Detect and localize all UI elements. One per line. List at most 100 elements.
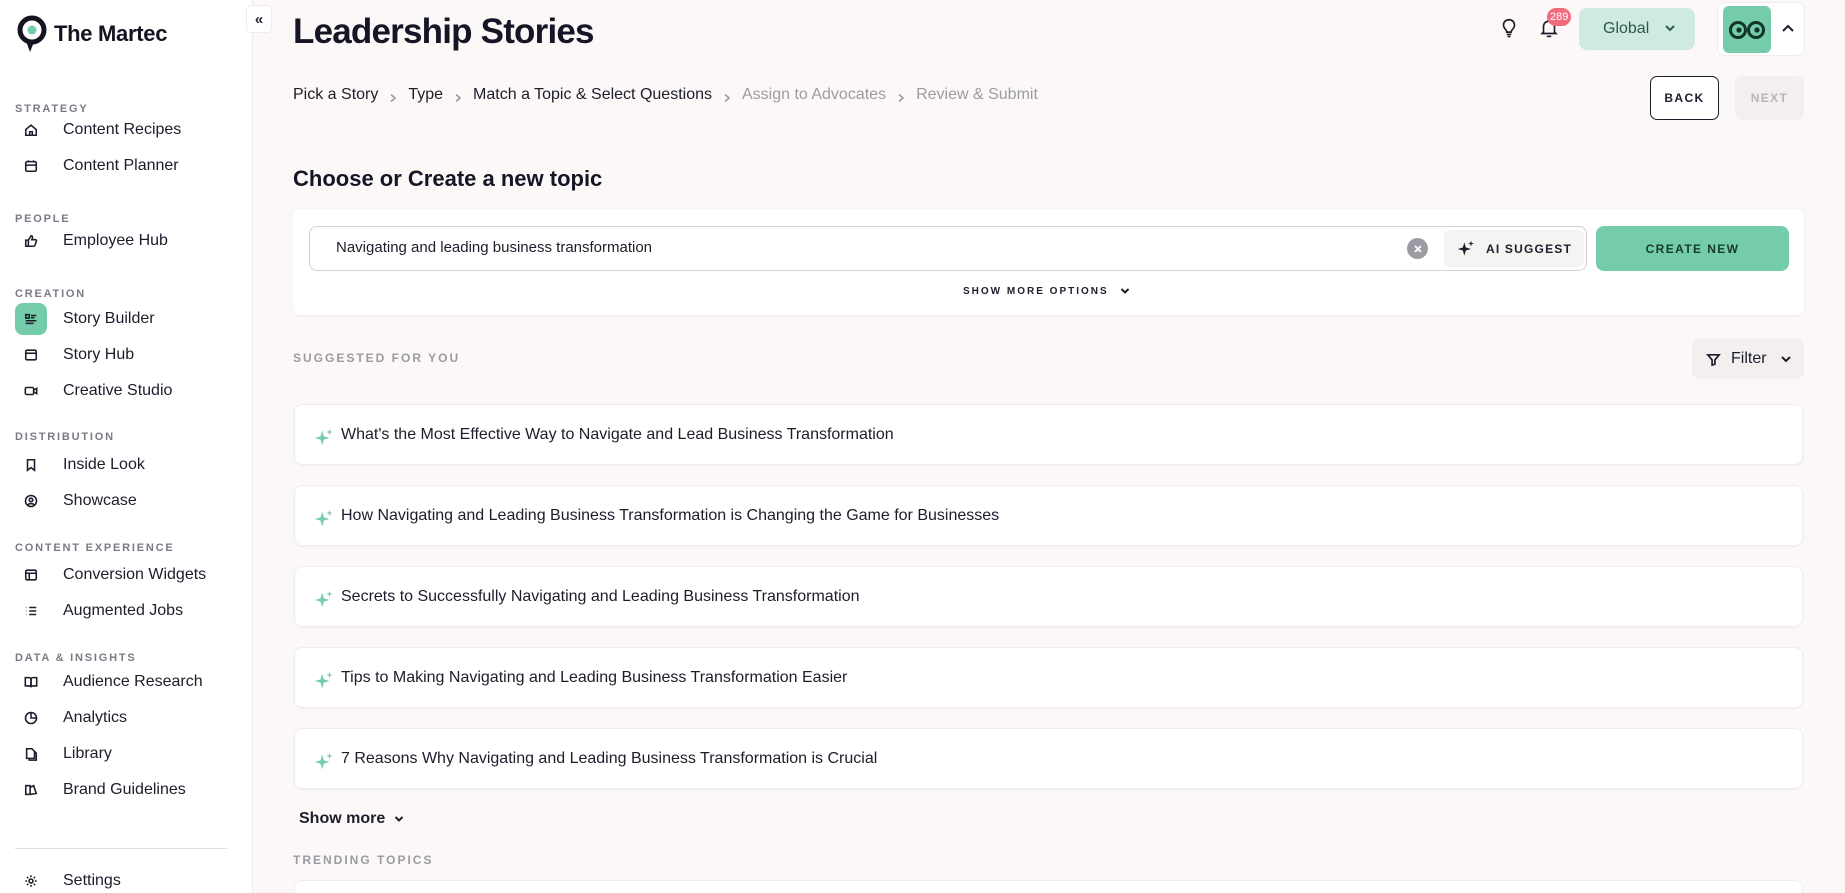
breadcrumb-step-pick-story[interactable]: Pick a Story xyxy=(293,86,378,104)
home-icon xyxy=(15,114,47,146)
sidebar-item-content-recipes[interactable]: Content Recipes xyxy=(15,113,237,147)
sidebar-item-label: Story Hub xyxy=(63,346,135,363)
suggestion-item[interactable]: How Navigating and Leading Business Tran… xyxy=(294,485,1803,546)
suggestion-text: What's the Most Effective Way to Navigat… xyxy=(341,425,894,443)
sidebar-item-label: Content Recipes xyxy=(63,121,182,138)
pie-icon xyxy=(15,702,47,734)
next-button: NEXT xyxy=(1735,76,1804,120)
chevron-down-icon xyxy=(1665,25,1675,32)
sidebar-item-content-planner[interactable]: Content Planner xyxy=(15,149,237,183)
notification-badge: 289 xyxy=(1547,8,1572,26)
sidebar-item-label: Audience Research xyxy=(63,673,203,690)
calendar-icon xyxy=(15,150,47,182)
sidebar-item-label: Employee Hub xyxy=(63,232,168,249)
sidebar-divider xyxy=(15,848,227,849)
sidebar-item-label: Conversion Widgets xyxy=(63,566,207,583)
topic-input[interactable] xyxy=(336,239,1396,256)
book-icon xyxy=(15,666,47,698)
topic-input-wrapper: AI SUGGEST xyxy=(309,226,1587,271)
sidebar-item-label: Content Planner xyxy=(63,157,179,174)
sidebar-item-label: Settings xyxy=(63,872,121,889)
scope-select-value: Global xyxy=(1603,20,1650,37)
sidebar-item-story-hub[interactable]: Story Hub xyxy=(15,338,237,372)
filter-button[interactable]: Filter xyxy=(1692,339,1804,379)
sidebar-item-showcase[interactable]: Showcase xyxy=(15,484,237,518)
video-icon xyxy=(15,375,47,407)
chevron-down-icon xyxy=(395,816,404,822)
gear-icon xyxy=(15,865,47,893)
ai-suggest-label: AI SUGGEST xyxy=(1486,241,1573,256)
brand-logo[interactable]: The Martec xyxy=(16,14,167,54)
list-icon xyxy=(15,303,47,335)
sidebar-item-employee-hub[interactable]: Employee Hub xyxy=(15,224,237,258)
back-button[interactable]: BACK xyxy=(1650,76,1719,120)
sidebar: The Martec STRATEGY Content Recipes Cont… xyxy=(0,0,253,893)
sidebar-item-label: Showcase xyxy=(63,492,137,509)
thumbs-up-icon xyxy=(15,225,47,257)
chevron-right-icon xyxy=(722,90,732,103)
sidebar-item-label: Inside Look xyxy=(63,456,145,473)
breadcrumb-step-review-submit: Review & Submit xyxy=(916,86,1038,103)
sidebar-item-label: Augmented Jobs xyxy=(63,602,184,619)
breadcrumb-step-type[interactable]: Type xyxy=(408,86,443,104)
lightbulb-icon[interactable] xyxy=(1496,14,1522,42)
profile-menu[interactable] xyxy=(1717,2,1805,56)
suggestion-item[interactable]: What's the Most Effective Way to Navigat… xyxy=(294,404,1803,465)
files-icon xyxy=(15,738,47,770)
section-content-experience: CONTENT EXPERIENCE xyxy=(15,542,175,554)
sparkle-icon xyxy=(314,752,333,769)
sidebar-item-brand-guidelines[interactable]: Brand Guidelines xyxy=(15,773,237,807)
avatar xyxy=(1723,6,1771,53)
sidebar-item-augmented-jobs[interactable]: Augmented Jobs xyxy=(15,594,237,628)
sidebar-item-label: Brand Guidelines xyxy=(63,781,186,798)
sparkle-icon xyxy=(314,590,333,607)
sidebar-item-creative-studio[interactable]: Creative Studio xyxy=(15,374,237,408)
create-new-button[interactable]: CREATE NEW xyxy=(1596,226,1789,271)
show-more-label: Show more xyxy=(299,810,386,827)
suggestion-text: Tips to Making Navigating and Leading Bu… xyxy=(341,668,848,686)
suggestion-text: How Navigating and Leading Business Tran… xyxy=(341,506,1000,524)
suggestion-text: 7 Reasons Why Navigating and Leading Bus… xyxy=(341,749,878,767)
chevron-right-icon xyxy=(896,90,906,103)
swatch-icon xyxy=(15,774,47,806)
suggestion-text: Secrets to Successfully Navigating and L… xyxy=(341,587,860,605)
ai-suggest-button[interactable]: AI SUGGEST xyxy=(1444,230,1584,267)
show-more-options-toggle[interactable]: SHOW MORE OPTIONS xyxy=(963,285,1131,297)
show-more-options-label: SHOW MORE OPTIONS xyxy=(963,285,1109,297)
suggestion-item[interactable]: Tips to Making Navigating and Leading Bu… xyxy=(294,647,1803,708)
sidebar-item-conversion-widgets[interactable]: Conversion Widgets xyxy=(15,558,237,592)
topic-heading: Choose or Create a new topic xyxy=(293,166,603,191)
user-circle-icon xyxy=(15,485,47,517)
sparkle-icon xyxy=(1457,240,1474,256)
sparkle-icon xyxy=(314,428,333,445)
filter-icon xyxy=(1706,353,1721,366)
filter-label: Filter xyxy=(1731,350,1767,367)
sidebar-item-library[interactable]: Library xyxy=(15,737,237,771)
sidebar-item-settings[interactable]: Settings xyxy=(15,864,237,893)
scope-select[interactable]: Global xyxy=(1579,8,1695,50)
section-creation: CREATION xyxy=(15,288,87,300)
sparkle-icon xyxy=(314,671,333,688)
suggestion-item[interactable]: 7 Reasons Why Navigating and Leading Bus… xyxy=(294,728,1803,789)
sidebar-item-audience-research[interactable]: Audience Research xyxy=(15,665,237,699)
show-more-button[interactable]: Show more xyxy=(299,810,405,828)
chevron-right-icon xyxy=(388,90,398,103)
martec-logo-icon xyxy=(17,15,47,52)
trending-topic-card[interactable] xyxy=(294,880,1803,893)
collapse-sidebar-button[interactable]: « xyxy=(247,6,271,32)
brand-name: The Martec xyxy=(54,21,168,46)
window-icon xyxy=(15,559,47,591)
suggestion-item[interactable]: Secrets to Successfully Navigating and L… xyxy=(294,566,1803,627)
sidebar-item-label: Library xyxy=(63,745,112,762)
bulleted-list-icon xyxy=(15,595,47,627)
sidebar-item-story-builder[interactable]: Story Builder xyxy=(15,302,237,336)
sparkle-icon xyxy=(314,509,333,526)
clear-icon[interactable] xyxy=(1407,238,1428,259)
section-distribution: DISTRIBUTION xyxy=(15,431,115,443)
owl-eyes-icon xyxy=(1729,20,1765,39)
breadcrumb-step-assign-advocates: Assign to Advocates xyxy=(741,86,887,103)
breadcrumb-step-match-topic[interactable]: Match a Topic & Select Questions xyxy=(473,86,712,104)
chevron-right-icon xyxy=(453,90,463,103)
sidebar-item-inside-look[interactable]: Inside Look xyxy=(15,448,237,482)
sidebar-item-analytics[interactable]: Analytics xyxy=(15,701,237,735)
